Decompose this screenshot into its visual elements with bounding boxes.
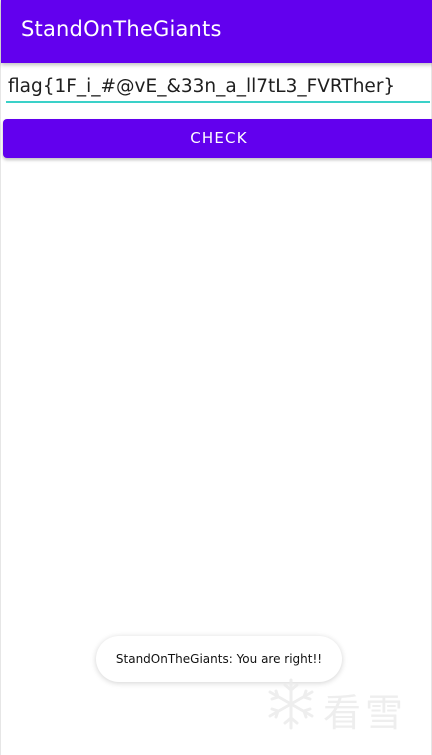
input-underline — [6, 101, 430, 103]
watermark: 看雪 — [263, 674, 423, 735]
flag-input[interactable] — [6, 68, 430, 104]
check-button[interactable]: CHECK — [3, 119, 432, 158]
flag-input-container — [6, 68, 430, 106]
app-bar: StandOnTheGiants — [1, 0, 432, 63]
app-window: StandOnTheGiants CHECK StandOnTheGiants:… — [0, 0, 432, 755]
snowflake-icon — [268, 678, 314, 730]
watermark-text: 看雪 — [323, 691, 408, 735]
app-title: StandOnTheGiants — [21, 17, 222, 41]
